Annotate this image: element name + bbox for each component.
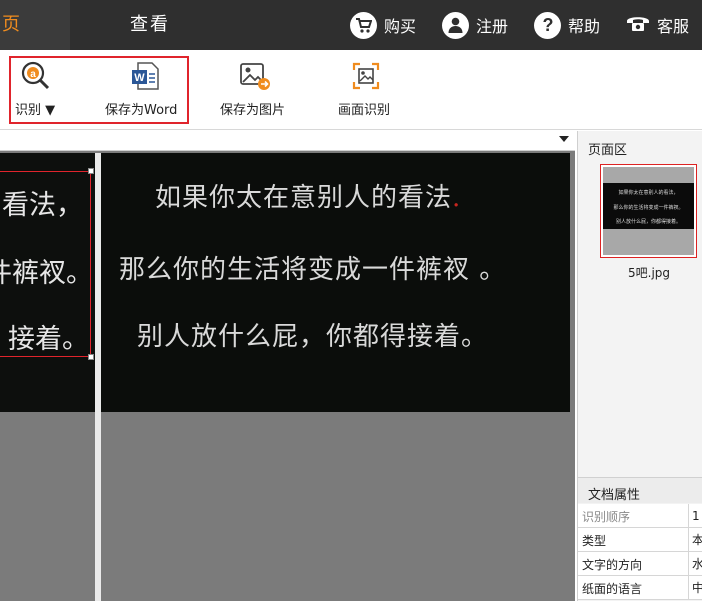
page-thumbnail[interactable]: 如果你太在意别人的看法， 那么你的生活将变成一件裤衩。 别人放什么屁，你都得接着… [600,164,697,258]
tab-page[interactable]: 页 [0,0,70,50]
help-icon: ? [534,11,561,39]
property-row[interactable]: 类型 本 [578,528,702,552]
cart-icon [350,11,377,39]
right-side-panel: 页面区 如果你太在意别人的看法， 那么你的生活将变成一件裤衩。 别人放什么屁，你… [577,131,702,601]
original-image-pane[interactable]: 看法， 一件裤衩。 接着。 [0,153,95,412]
register-label: 注册 [476,17,509,36]
user-icon [442,11,469,39]
tab-view[interactable]: 查看 [130,0,170,50]
result-text-line-1: 如果你太在意别人的看法. [155,183,462,213]
properties-table: 识别顺序 1 类型 本 文字的方向 水 纸面的语言 中 [578,504,702,600]
thumbnail-image: 如果你太在意别人的看法， 那么你的生活将变成一件裤衩。 别人放什么屁，你都得接着… [603,167,694,255]
document-properties-title: 文档属性 [588,488,641,503]
thumbnail-filename: 5吧.jpg [628,266,671,280]
service-label: 客服 [657,17,690,36]
property-row[interactable]: 识别顺序 1 [578,504,702,528]
resize-handle[interactable] [88,354,94,360]
help-label: 帮助 [568,17,601,36]
property-row[interactable]: 纸面的语言 中 [578,576,702,600]
screen-recognize-button[interactable]: 画面识别 [336,50,396,128]
recognition-region-box[interactable] [0,168,94,360]
document-properties-header: 文档属性 [578,477,702,503]
save-as-image-button[interactable]: 保存为图片 [218,50,294,128]
image-save-icon [238,60,270,92]
top-menu-bar: 页 查看 购买 注册 ? 帮助 客服 [0,0,702,50]
highlight-box [9,56,189,124]
svg-text:?: ? [542,16,553,34]
dropdown-arrow-icon[interactable] [559,136,569,142]
result-text-line-3: 别人放什么屁，你都得接着。 [137,322,489,352]
result-text-line-2: 那么你的生活将变成一件裤衩 。 [119,255,507,285]
help-button[interactable]: ? 帮助 [534,11,600,39]
phone-icon [626,14,650,36]
buy-button[interactable]: 购买 [350,11,416,39]
screen-recognize-label: 画面识别 [338,103,391,118]
image-canvas[interactable]: 看法， 一件裤衩。 接着。 如果你太在意别人的看法. 那么你的生活将变成一件裤衩… [0,131,575,601]
register-button[interactable]: 注册 [442,11,508,39]
save-as-image-label: 保存为图片 [220,103,286,118]
service-button[interactable]: 客服 [626,11,689,39]
buy-label: 购买 [384,17,417,36]
result-image-pane: 如果你太在意别人的看法. 那么你的生活将变成一件裤衩 。 别人放什么屁，你都得接… [101,153,570,412]
resize-handle[interactable] [88,168,94,174]
screen-capture-icon [350,60,382,92]
pages-area-title: 页面区 [588,143,628,158]
canvas-header-strip [0,131,575,151]
property-row[interactable]: 文字的方向 水 [578,552,702,576]
